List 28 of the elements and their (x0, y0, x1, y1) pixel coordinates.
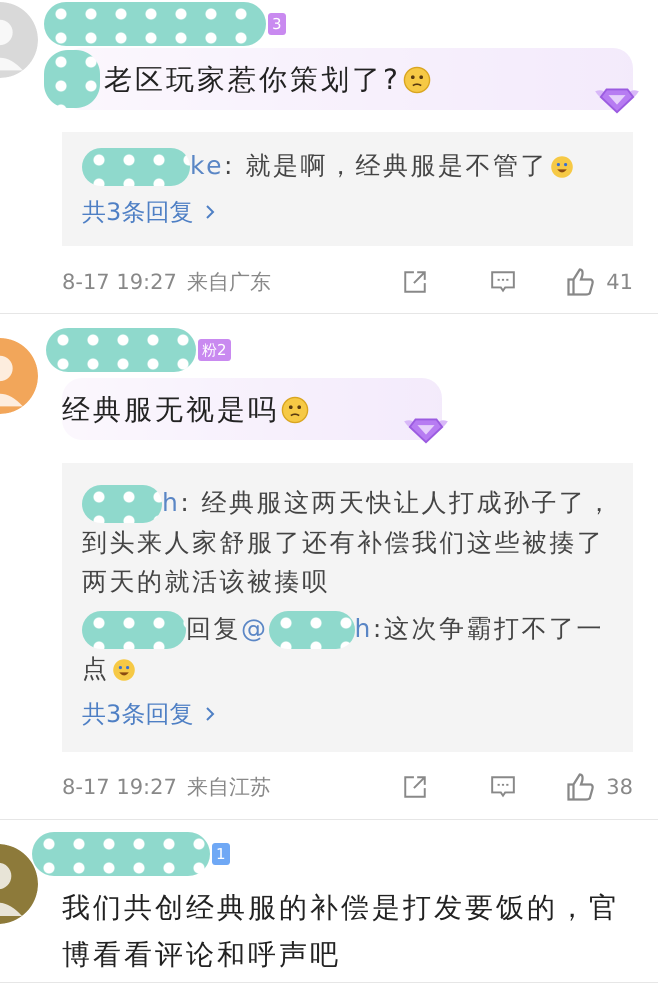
share-icon[interactable] (402, 774, 428, 800)
comment-text: 老区玩家惹你策划了? (104, 56, 431, 102)
mention-link[interactable]: @ (241, 614, 268, 644)
user-name-link[interactable]: ke (190, 151, 224, 180)
more-replies-link[interactable]: 共3条回复 (82, 192, 216, 232)
fan-badge: 3 (268, 13, 286, 35)
fan-badge: 1 (212, 843, 230, 866)
thumbs-up-icon[interactable] (566, 772, 596, 802)
like-count: 38 (606, 775, 633, 800)
reply-text: h: 经典服这两天快让人打成孙子了，到头来人家舒服了还有补偿我们这些被揍了两天的就活该被揍呗 (82, 483, 619, 602)
mention-link[interactable]: h (354, 614, 373, 644)
comment-location: 来自江苏 (186, 774, 271, 802)
reply-text: 回复@ h:这次争霸打不了一点 (82, 609, 619, 688)
comment-location: 来自广东 (186, 269, 271, 296)
chevron-right-icon (205, 204, 216, 220)
user-name-link[interactable]: h (162, 488, 180, 518)
comment-time: 8-17 19:27 (62, 775, 177, 800)
comment-text: 我们共创经典服的补偿是打发要饭的，官博看看评论和呼声吧 (62, 890, 621, 974)
thumbs-up-icon[interactable] (566, 267, 596, 298)
reply-text: ke: 就是啊，经典服是不管了 (82, 146, 619, 186)
comment-text: 经典服无视是吗 (62, 386, 309, 433)
comment-time: 8-17 19:27 (62, 270, 177, 294)
share-icon[interactable] (402, 269, 428, 296)
chevron-right-icon (205, 706, 216, 722)
more-replies-link[interactable]: 共3条回复 (82, 694, 216, 734)
redaction-mark (44, 50, 100, 108)
fan-badge: 粉2 (198, 339, 231, 362)
like-count: 41 (606, 270, 633, 294)
